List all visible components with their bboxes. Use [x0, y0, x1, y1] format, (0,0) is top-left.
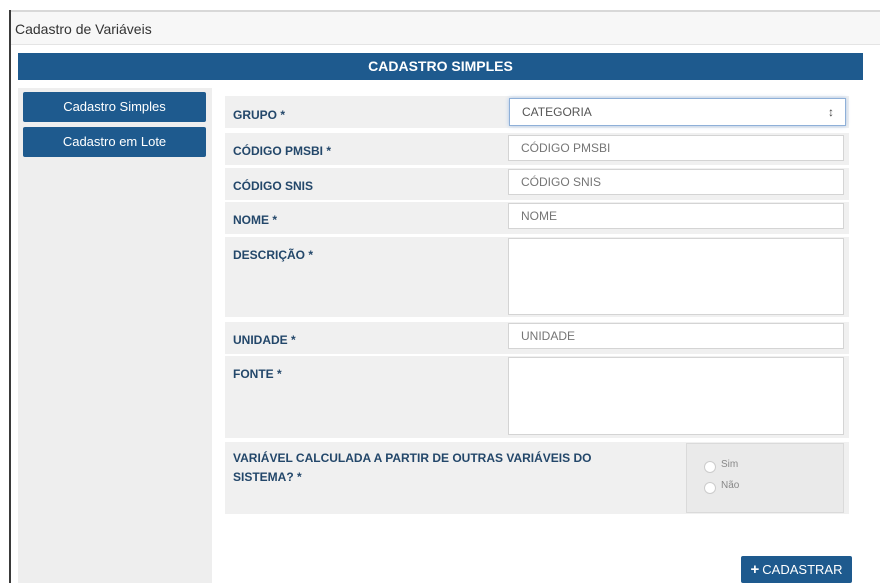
sim-radio[interactable] [704, 461, 716, 473]
unidade-row: UNIDADE * [225, 322, 849, 354]
descricao-row: DESCRIÇÃO * [225, 237, 849, 317]
unidade-input[interactable] [508, 323, 844, 349]
sidebar-item-cadastro-em-lote[interactable]: Cadastro em Lote [23, 127, 206, 157]
window-left-border [9, 10, 11, 583]
nao-radio-label: Não [721, 480, 740, 491]
nome-row: NOME * [225, 202, 849, 234]
codigo-pmsbi-input[interactable] [508, 135, 844, 161]
banner-title: CADASTRO SIMPLES [368, 58, 513, 74]
nome-input[interactable] [508, 203, 844, 229]
cadastrar-button-label: CADASTRAR [762, 562, 843, 577]
sim-radio-label: Sim [721, 459, 739, 470]
nome-label: NOME * [233, 213, 278, 227]
calculada-label-line1: VARIÁVEL CALCULADA A PARTIR DE OUTRAS VA… [233, 451, 592, 465]
fonte-row: FONTE * [225, 356, 849, 438]
window-titlebar: Cadastro de Variáveis [11, 10, 880, 45]
codigo-snis-input[interactable] [508, 169, 844, 195]
section-banner: CADASTRO SIMPLES [18, 53, 863, 80]
fonte-label: FONTE * [233, 367, 282, 381]
calculada-radio-group: Sim Não [686, 443, 844, 513]
codigo-snis-row: CÓDIGO SNIS [225, 168, 849, 200]
grupo-label: GRUPO * [233, 108, 286, 122]
window-title: Cadastro de Variáveis [15, 21, 152, 37]
codigo-snis-label: CÓDIGO SNIS [233, 179, 314, 193]
codigo-pmsbi-label: CÓDIGO PMSBI * [233, 144, 332, 158]
codigo-pmsbi-row: CÓDIGO PMSBI * [225, 133, 849, 165]
cadastrar-button[interactable]: + CADASTRAR [741, 556, 852, 583]
descricao-textarea[interactable] [508, 238, 844, 315]
select-arrows-icon: ↕ [828, 105, 834, 119]
unidade-label: UNIDADE * [233, 333, 296, 347]
sidebar: Cadastro Simples Cadastro em Lote [18, 88, 212, 583]
sidebar-item-cadastro-simples[interactable]: Cadastro Simples [23, 92, 206, 122]
nao-radio[interactable] [704, 482, 716, 494]
descricao-label: DESCRIÇÃO * [233, 248, 314, 262]
calculada-label-line2: SISTEMA? * [233, 470, 302, 484]
fonte-textarea[interactable] [508, 357, 844, 435]
grupo-selected-value: CATEGORIA [522, 105, 592, 119]
grupo-select[interactable]: CATEGORIA ↕ [509, 98, 846, 126]
plus-icon: + [750, 561, 760, 578]
